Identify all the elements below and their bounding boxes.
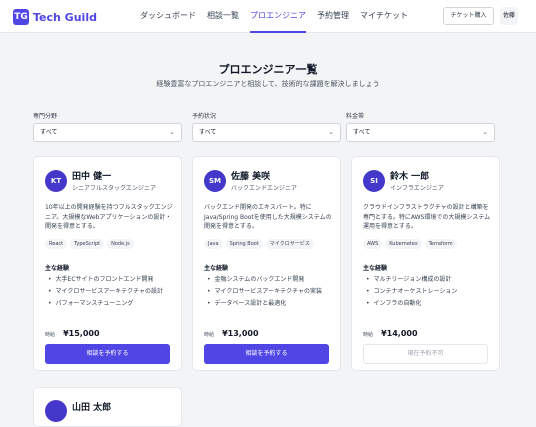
- skill-tag: TypeScript: [70, 239, 105, 249]
- experience-list: マルチリージョン構成の設計 コンテナオーケストレーション インフラの自動化: [363, 274, 498, 310]
- select-value: すべて: [353, 129, 371, 136]
- availability-select[interactable]: すべて ⌄: [192, 123, 341, 142]
- price: 時給 ¥15,000: [45, 321, 100, 340]
- select-value: すべて: [199, 129, 217, 136]
- engineer-card: SI 鈴木 一郎 インフラエンジニア クラウドインフラストラクチャの設計と構築を…: [351, 156, 500, 371]
- avatar: SM: [204, 170, 226, 192]
- filter-price: 料金帯 すべて ⌄: [346, 111, 495, 142]
- price-select[interactable]: すべて ⌄: [346, 123, 495, 142]
- engineer-name: 佐藤 美咲: [231, 172, 271, 182]
- experience-item: コンテナオーケストレーション: [363, 286, 498, 298]
- main-nav: ダッシュボード 相談一覧 プロエンジニア 予約管理 マイチケット: [140, 0, 419, 33]
- engineer-name: 田中 健一: [72, 172, 112, 182]
- engineer-role: シニアフルスタックエンジニア: [72, 185, 157, 192]
- engineer-description: クラウドインフラストラクチャの設計と構築を専門とする。特にAWS環境での大規模シ…: [363, 204, 491, 230]
- buy-ticket-button[interactable]: チケット購入: [443, 7, 494, 25]
- book-consultation-button[interactable]: 相談を予約する: [204, 344, 329, 364]
- nav-my-tickets[interactable]: マイチケット: [360, 0, 408, 33]
- engineer-card-partial: 山田 太郎: [33, 387, 182, 427]
- skill-tag: Kubernetes: [385, 239, 422, 249]
- skill-tag: Terraform: [424, 239, 457, 249]
- skill-tag: Java: [204, 239, 223, 249]
- experience-list: 大手ECサイトのフロントエンド開発 マイクロサービスアーキテクチャの設計 パフォ…: [45, 274, 180, 310]
- logo-mark: TG: [13, 9, 29, 25]
- engineer-card: KT 田中 健一 シニアフルスタックエンジニア 10年以上の開発経験を持つフルス…: [33, 156, 182, 371]
- engineer-role: バックエンドエンジニア: [231, 185, 298, 192]
- chevron-down-icon: ⌄: [482, 128, 488, 136]
- engineer-card: SM 佐藤 美咲 バックエンドエンジニア バックエンド開発のエキスパート。特にJ…: [192, 156, 341, 371]
- skill-tag: マイクロサービス: [265, 239, 314, 249]
- experience-list: 金融システムのバックエンド開発 マイクロサービスアーキテクチャの実装 データベー…: [204, 274, 339, 310]
- price-label: 時給: [45, 332, 56, 338]
- logo-text: Tech Guild: [33, 10, 97, 24]
- experience-item: パフォーマンスチューニング: [45, 298, 180, 310]
- filter-label: 専門分野: [33, 113, 58, 120]
- price-value: ¥13,000: [222, 329, 259, 338]
- logo[interactable]: TG Tech Guild: [13, 9, 97, 25]
- engineer-name: 山田 太郎: [72, 403, 112, 413]
- price-value: ¥14,000: [381, 329, 418, 338]
- skill-tag: Spring Boot: [225, 239, 263, 249]
- chevron-down-icon: ⌄: [328, 128, 334, 136]
- specialty-select[interactable]: すべて ⌄: [33, 123, 182, 142]
- experience-title: 主な経験: [45, 265, 70, 272]
- skill-tag: AWS: [363, 239, 383, 249]
- skill-tags: AWS Kubernetes Terraform: [363, 239, 460, 249]
- chevron-down-icon: ⌄: [169, 128, 175, 136]
- experience-title: 主な経験: [204, 265, 229, 272]
- filter-availability: 予約状況 すべて ⌄: [192, 111, 341, 142]
- engineer-name: 鈴木 一郎: [390, 172, 430, 182]
- skill-tag: React: [45, 239, 68, 249]
- price: 時給 ¥13,000: [204, 321, 259, 340]
- engineer-description: 10年以上の開発経験を持つフルスタックエンジニア。大規模なWebアプリケーション…: [45, 204, 173, 230]
- experience-title: 主な経験: [363, 265, 388, 272]
- price: 時給 ¥14,000: [363, 321, 418, 340]
- nav-dashboard[interactable]: ダッシュボード: [140, 0, 196, 33]
- nav-reservations[interactable]: 予約管理: [317, 0, 349, 33]
- avatar: SI: [363, 170, 385, 192]
- experience-item: インフラの自動化: [363, 298, 498, 310]
- nav-consultations[interactable]: 相談一覧: [207, 0, 239, 33]
- filter-label: 料金帯: [346, 113, 365, 120]
- engineer-description: バックエンド開発のエキスパート。特にJava/Spring Bootを使用した大…: [204, 204, 332, 230]
- avatar: KT: [45, 170, 67, 192]
- experience-item: マルチリージョン構成の設計: [363, 274, 498, 286]
- experience-item: データベース設計と最適化: [204, 298, 339, 310]
- experience-item: マイクロサービスアーキテクチャの設計: [45, 286, 180, 298]
- engineer-role: インフラエンジニア: [390, 185, 444, 192]
- avatar: [45, 400, 67, 422]
- page-title: プロエンジニア一覧: [218, 63, 318, 76]
- experience-item: マイクロサービスアーキテクチャの実装: [204, 286, 339, 298]
- skill-tag: Node.js: [107, 239, 134, 249]
- unavailable-button: 現在予約不可: [363, 344, 488, 364]
- user-menu[interactable]: 佐藤: [500, 7, 518, 25]
- experience-item: 大手ECサイトのフロントエンド開発: [45, 274, 180, 286]
- nav-pro-engineers[interactable]: プロエンジニア: [250, 0, 306, 33]
- price-value: ¥15,000: [63, 329, 100, 338]
- filter-specialty: 専門分野 すべて ⌄: [33, 111, 182, 142]
- price-label: 時給: [204, 332, 215, 338]
- page-subtitle: 経験豊富なプロエンジニアと相談して、技術的な課題を解決しましょう: [156, 80, 380, 88]
- experience-item: 金融システムのバックエンド開発: [204, 274, 339, 286]
- top-navbar: TG Tech Guild ダッシュボード 相談一覧 プロエンジニア 予約管理 …: [0, 0, 536, 33]
- price-label: 時給: [363, 332, 374, 338]
- book-consultation-button[interactable]: 相談を予約する: [45, 344, 170, 364]
- select-value: すべて: [40, 129, 58, 136]
- skill-tags: React TypeScript Node.js: [45, 239, 137, 249]
- skill-tags: Java Spring Boot マイクロサービス: [204, 239, 317, 249]
- filter-label: 予約状況: [192, 113, 217, 120]
